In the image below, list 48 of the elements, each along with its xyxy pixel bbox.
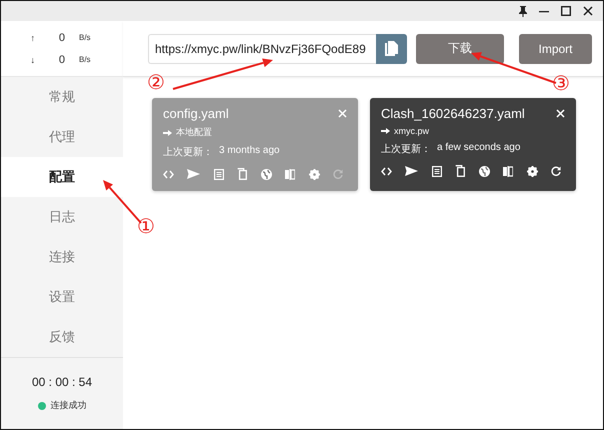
globe-icon[interactable] [478,166,490,176]
sidebar-item[interactable]: 日志 [1,197,123,238]
profile-card[interactable]: config.yaml 本地配置 上次更新： 3 months ago [152,98,358,191]
sidebar-item[interactable]: 常规 [1,77,123,118]
speed-value: 0 [58,32,65,44]
sidebar-item[interactable]: 反馈 [1,317,123,358]
split-icon[interactable] [503,166,514,176]
copy-icon[interactable] [455,165,466,177]
close-icon[interactable] [583,6,593,16]
sidebar-item[interactable]: 设置 [1,277,123,318]
pin-icon[interactable] [519,6,527,16]
timer: 00 : 00 : 54 [32,375,92,390]
url-field[interactable]: https://xmyc.pw/link/BNvzFj36FQodE89 [148,34,376,64]
download-button[interactable]: 下载 [416,34,504,64]
sidebar-item[interactable]: 代理 [1,117,123,158]
speed-value: 0 [58,54,65,66]
profile-name: config.yaml [163,106,229,121]
update-time: 3 months ago [219,145,280,158]
code-icon[interactable] [381,166,392,176]
speed-arrow: ↓ [30,54,35,65]
refresh-icon[interactable] [550,166,561,176]
globe-icon[interactable] [260,168,272,180]
speed-unit: B/s [79,55,91,64]
gear-icon[interactable] [526,166,538,176]
arrow-icon [381,128,390,134]
import-button[interactable]: Import [519,34,592,64]
profile-name: Clash_1602646237.yaml [381,106,525,121]
arrow-icon [163,130,172,136]
profile-source: 本地配置 [176,126,212,139]
maximize-icon[interactable] [561,6,571,16]
speed-unit: B/s [79,33,91,42]
speed-arrow: ↑ [30,32,35,43]
status-dot [38,402,46,410]
status-text: 连接成功 [50,399,86,412]
sidebar-item[interactable]: 连接 [1,237,123,278]
list-icon[interactable] [432,166,442,176]
send-icon[interactable] [405,166,418,176]
profile-card[interactable]: Clash_1602646237.yaml xmyc.pw 上次更新： a few seconds ago [370,98,576,191]
annotation-number: ① [137,217,155,237]
annotation-number: ② [147,73,165,93]
annotation-number: ③ [552,74,570,94]
update-label: 上次更新： [163,146,213,159]
update-time: a few seconds ago [437,142,520,155]
profile-source: xmyc.pw [394,126,430,136]
paste-button[interactable] [376,34,407,64]
sidebar-item[interactable]: 配置 [1,157,123,198]
copy-icon [385,41,398,56]
update-label: 上次更新： [381,142,431,156]
